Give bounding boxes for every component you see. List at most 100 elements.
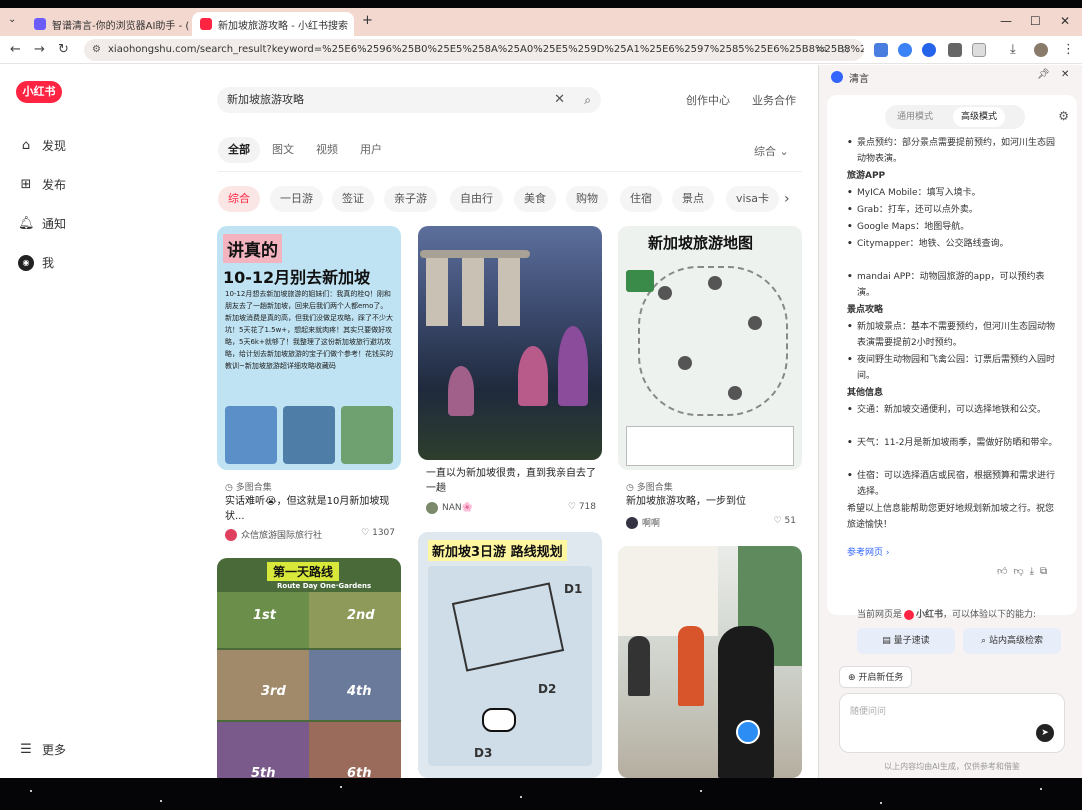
sidebar-more[interactable]: ☰ 更多 xyxy=(18,741,66,758)
mode-switch[interactable]: 通用模式 高级模式 xyxy=(885,105,1025,129)
note-author[interactable]: 众信旅游国际旅行社 xyxy=(225,528,322,541)
back-icon[interactable]: ← xyxy=(10,42,21,57)
creator-center-link[interactable]: 创作中心 xyxy=(686,92,730,108)
bookmark-star-icon[interactable]: ☆ xyxy=(840,42,851,56)
extension-icon[interactable] xyxy=(922,43,936,57)
tab-user[interactable]: 用户 xyxy=(350,137,392,163)
note-author[interactable]: 啊啊 xyxy=(626,516,660,529)
maximize-icon[interactable]: ☐ xyxy=(1030,14,1041,28)
minimize-icon[interactable]: — xyxy=(1000,14,1012,28)
chip[interactable]: 一日游 xyxy=(270,186,323,212)
poster-title: 新加坡3日游 路线规划 xyxy=(428,540,567,561)
sidebar-item-notify[interactable]: 🔔︎ 通知 xyxy=(18,215,66,232)
button-label: 量子速读 xyxy=(893,636,930,646)
thumb-up-icon[interactable]: 👍︎ xyxy=(997,566,1013,577)
download-icon[interactable]: ⤓ xyxy=(1030,566,1040,577)
chip[interactable]: 自由行 xyxy=(450,186,503,212)
answer-bullet: 住宿：可以选择酒店或民宿，根据预算和需求进行选择。 xyxy=(847,468,1061,500)
send-icon[interactable]: ➤ xyxy=(1036,724,1054,742)
note-card[interactable] xyxy=(618,546,802,778)
person-shape xyxy=(718,626,774,778)
ai-badge-icon[interactable] xyxy=(736,720,760,744)
mode-general[interactable]: 通用模式 xyxy=(889,107,941,127)
sidebar-item-label: 发布 xyxy=(42,178,67,192)
note-title: 新加坡旅游攻略，一步到位 xyxy=(626,496,746,507)
search-icon[interactable]: ⌕ xyxy=(584,87,591,113)
qingyan-logo-icon xyxy=(831,71,843,83)
close-icon[interactable]: ✕ xyxy=(348,18,355,31)
settings-gear-icon[interactable]: ⚙ xyxy=(1058,109,1069,123)
extension-icon[interactable] xyxy=(874,43,888,57)
tab-image-text[interactable]: 图文 xyxy=(262,137,304,163)
new-task-button[interactable]: ⊕ 开启新任务 xyxy=(839,666,913,688)
chip[interactable]: 购物 xyxy=(566,186,608,212)
supertree-shape xyxy=(518,346,548,406)
chip[interactable]: 综合 xyxy=(218,186,260,212)
close-icon[interactable]: ✕ xyxy=(1061,69,1069,80)
sidebar-item-publish[interactable]: ⊞ 发布 xyxy=(18,176,66,193)
tab-xiaohongshu[interactable]: 新加坡旅游攻略 - 小红书搜索 ✕ xyxy=(192,12,354,36)
download-icon[interactable]: ⤓ xyxy=(1010,42,1016,57)
cast-icon[interactable]: ▭ xyxy=(816,42,826,55)
url-bar[interactable]: ⚙ xiaohongshu.com/search_result?keyword=… xyxy=(84,39,864,61)
note-author[interactable]: NAN🌸 xyxy=(426,502,473,514)
forward-icon[interactable]: → xyxy=(34,42,45,57)
note-card[interactable]: 讲真的 10-12月别去新加坡 10-12月想去新加坡旅游的姐妹们：我真的栓Q！… xyxy=(217,226,401,546)
advanced-search-button[interactable]: ⌕ 站内高级检索 xyxy=(963,628,1061,654)
chip[interactable]: 签证 xyxy=(332,186,374,212)
reference-link[interactable]: 参考网页 › xyxy=(847,545,889,558)
photo-thumbnail xyxy=(341,406,393,464)
tower-shape xyxy=(426,256,448,326)
mode-advanced[interactable]: 高级模式 xyxy=(953,107,1006,127)
reload-icon[interactable]: ↻ xyxy=(58,42,69,57)
sidebar-item-discover[interactable]: ⌂ 发现 xyxy=(18,137,66,154)
chevron-right-icon[interactable]: › xyxy=(784,191,790,207)
copy-icon[interactable]: ⧉ xyxy=(1040,566,1053,577)
tab-video[interactable]: 视频 xyxy=(306,137,348,163)
puzzle-icon[interactable] xyxy=(948,43,962,57)
chat-input[interactable]: 随便问问 ➤ xyxy=(839,693,1065,753)
profile-avatar[interactable] xyxy=(1034,43,1048,57)
like-count[interactable]: ♡ 51 xyxy=(774,516,796,526)
like-count[interactable]: ♡ 1307 xyxy=(361,528,395,538)
xiaohongshu-logo[interactable]: 小红书 xyxy=(16,81,62,103)
clear-icon[interactable]: ✕ xyxy=(554,87,565,113)
sort-dropdown[interactable]: 综合 ⌄ xyxy=(754,143,789,159)
close-window-icon[interactable]: ✕ xyxy=(1060,14,1070,28)
poster-title: 10-12月别去新加坡 xyxy=(223,268,371,287)
menu-icon[interactable]: ⋮ xyxy=(1062,42,1075,57)
new-tab-button[interactable]: + xyxy=(362,13,373,28)
tab-all[interactable]: 全部 xyxy=(218,137,260,163)
avatar xyxy=(225,528,237,541)
sidebar-toggle-icon[interactable] xyxy=(972,43,986,57)
chip[interactable]: 景点 xyxy=(672,186,714,212)
pin-icon[interactable]: 📌︎ xyxy=(1037,69,1050,80)
business-link[interactable]: 业务合作 xyxy=(752,92,796,108)
chip[interactable]: 美食 xyxy=(514,186,556,212)
collection-label: 多图合集 xyxy=(636,483,673,493)
note-card[interactable]: 第一天路线 Route Day One·Gardens 1st 2nd 3rd … xyxy=(217,558,401,778)
address-toolbar: ← → ↻ ⚙ xiaohongshu.com/search_result?ke… xyxy=(0,36,1082,64)
tab-search-icon[interactable]: ⌄ xyxy=(8,14,16,25)
tab-zhipu[interactable]: 智谱清言-你的浏览器AI助手 - ( ✕ xyxy=(26,12,190,36)
collection-badge: ◷ 多图合集 xyxy=(225,483,272,493)
poster-subtitle: Route Day One·Gardens xyxy=(277,582,372,590)
note-card[interactable]: 一直以为新加坡很贵，直到我亲自去了一趟 NAN🌸 ♡ 718 xyxy=(418,226,602,526)
answer-actions[interactable]: 👍︎👎︎⤓⧉ xyxy=(997,565,1053,577)
chip[interactable]: visa卡 xyxy=(726,186,780,212)
site-info-icon[interactable]: ⚙ xyxy=(92,39,101,61)
note-card[interactable]: 新加坡3日游 路线规划 D1 D2 D3 xyxy=(418,532,602,778)
input-placeholder: 随便问问 xyxy=(850,707,887,717)
sidebar-item-me[interactable]: ◉ 我 xyxy=(18,254,54,271)
quick-read-button[interactable]: ▤ 量子速读 xyxy=(857,628,955,654)
xiaohongshu-page: 小红书 ⌂ 发现 ⊞ 发布 🔔︎ 通知 ◉ 我 ☰ 更多 新加坡旅游攻略 ✕ ⌕… xyxy=(0,65,818,778)
close-icon[interactable]: ✕ xyxy=(189,18,190,31)
extension-icon[interactable] xyxy=(898,43,912,57)
thumb-down-icon[interactable]: 👎︎ xyxy=(1013,566,1029,577)
like-count[interactable]: ♡ 718 xyxy=(568,502,596,512)
chip[interactable]: 住宿 xyxy=(620,186,662,212)
chip[interactable]: 亲子游 xyxy=(384,186,437,212)
note-card[interactable]: 新加坡旅游地图 ◷ 多图合集 新加坡旅游攻略，一步到位 啊啊 ♡ 51 xyxy=(618,226,802,536)
url-text: xiaohongshu.com/search_result?keyword=%2… xyxy=(108,44,864,55)
search-input[interactable]: 新加坡旅游攻略 ✕ ⌕ xyxy=(217,87,601,113)
